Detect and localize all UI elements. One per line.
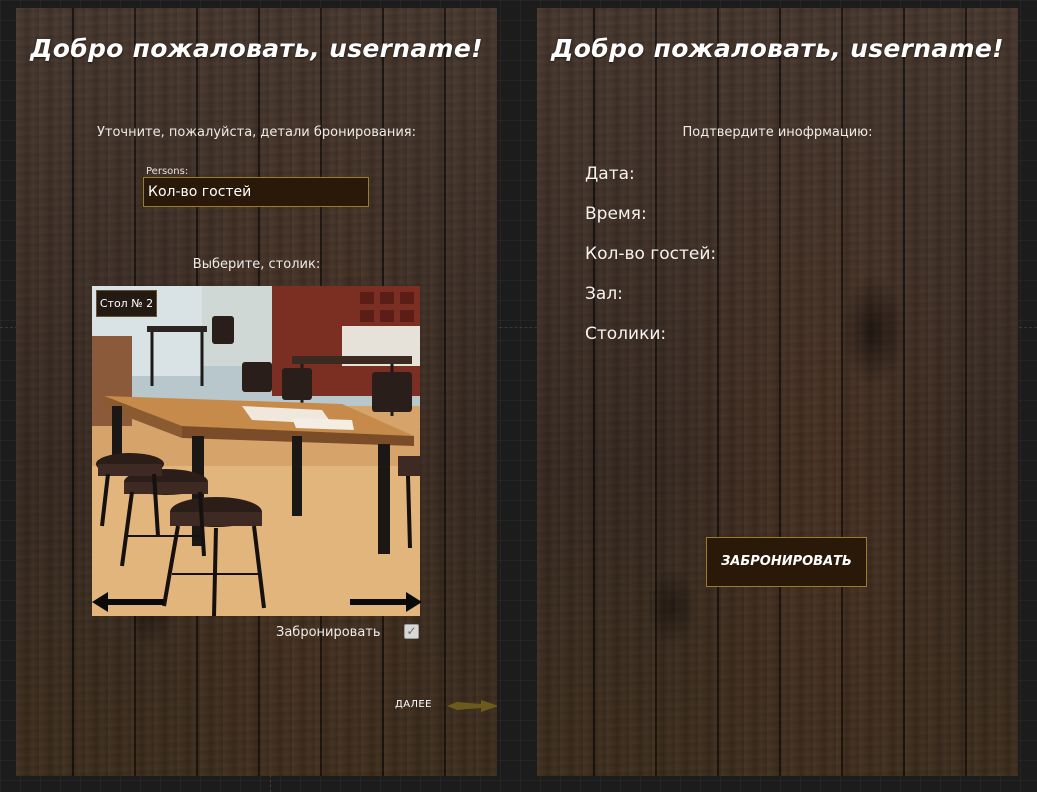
- arrow-right-icon: [350, 592, 422, 612]
- greeting-title: Добро пожаловать, username!: [551, 34, 1004, 63]
- arrow-left-icon: [92, 592, 164, 612]
- confirm-instruction: Подтвердите инофрмацию:: [682, 125, 873, 140]
- next-table-button[interactable]: [350, 591, 422, 613]
- book-checkbox-label: Забронировать: [276, 625, 381, 640]
- guide-line-vertical: [270, 775, 271, 792]
- greeting-title: Добро пожаловать, username!: [30, 34, 483, 63]
- table-number-tag: Стол № 2: [96, 290, 157, 317]
- check-icon: ✓: [406, 624, 417, 638]
- table-photo: [92, 286, 420, 616]
- tables-field-label: Столики:: [585, 324, 667, 344]
- hall-field-label: Зал:: [585, 284, 623, 304]
- date-field-label: Дата:: [585, 164, 635, 184]
- book-checkbox[interactable]: ✓: [404, 624, 419, 639]
- arrow-right-icon: [447, 700, 497, 712]
- booking-screen: Добро пожаловать, username! Уточните, по…: [16, 8, 497, 776]
- previous-table-button[interactable]: [92, 591, 164, 613]
- guests-field-label: Кол-во гостей:: [585, 244, 717, 264]
- booking-instruction: Уточните, пожалуйста, детали бронировани…: [96, 125, 416, 140]
- next-step-label: ДАЛЕЕ: [395, 699, 432, 710]
- guests-count-input[interactable]: Кол-во гостей: [143, 177, 369, 207]
- time-field-label: Время:: [585, 204, 647, 224]
- book-button[interactable]: ЗАБРОНИРОВАТЬ: [706, 537, 867, 587]
- confirm-screen: Добро пожаловать, username! Подтвердите …: [537, 8, 1018, 776]
- persons-label: Persons:: [146, 166, 189, 177]
- choose-table-label: Выберите, столик:: [192, 257, 321, 272]
